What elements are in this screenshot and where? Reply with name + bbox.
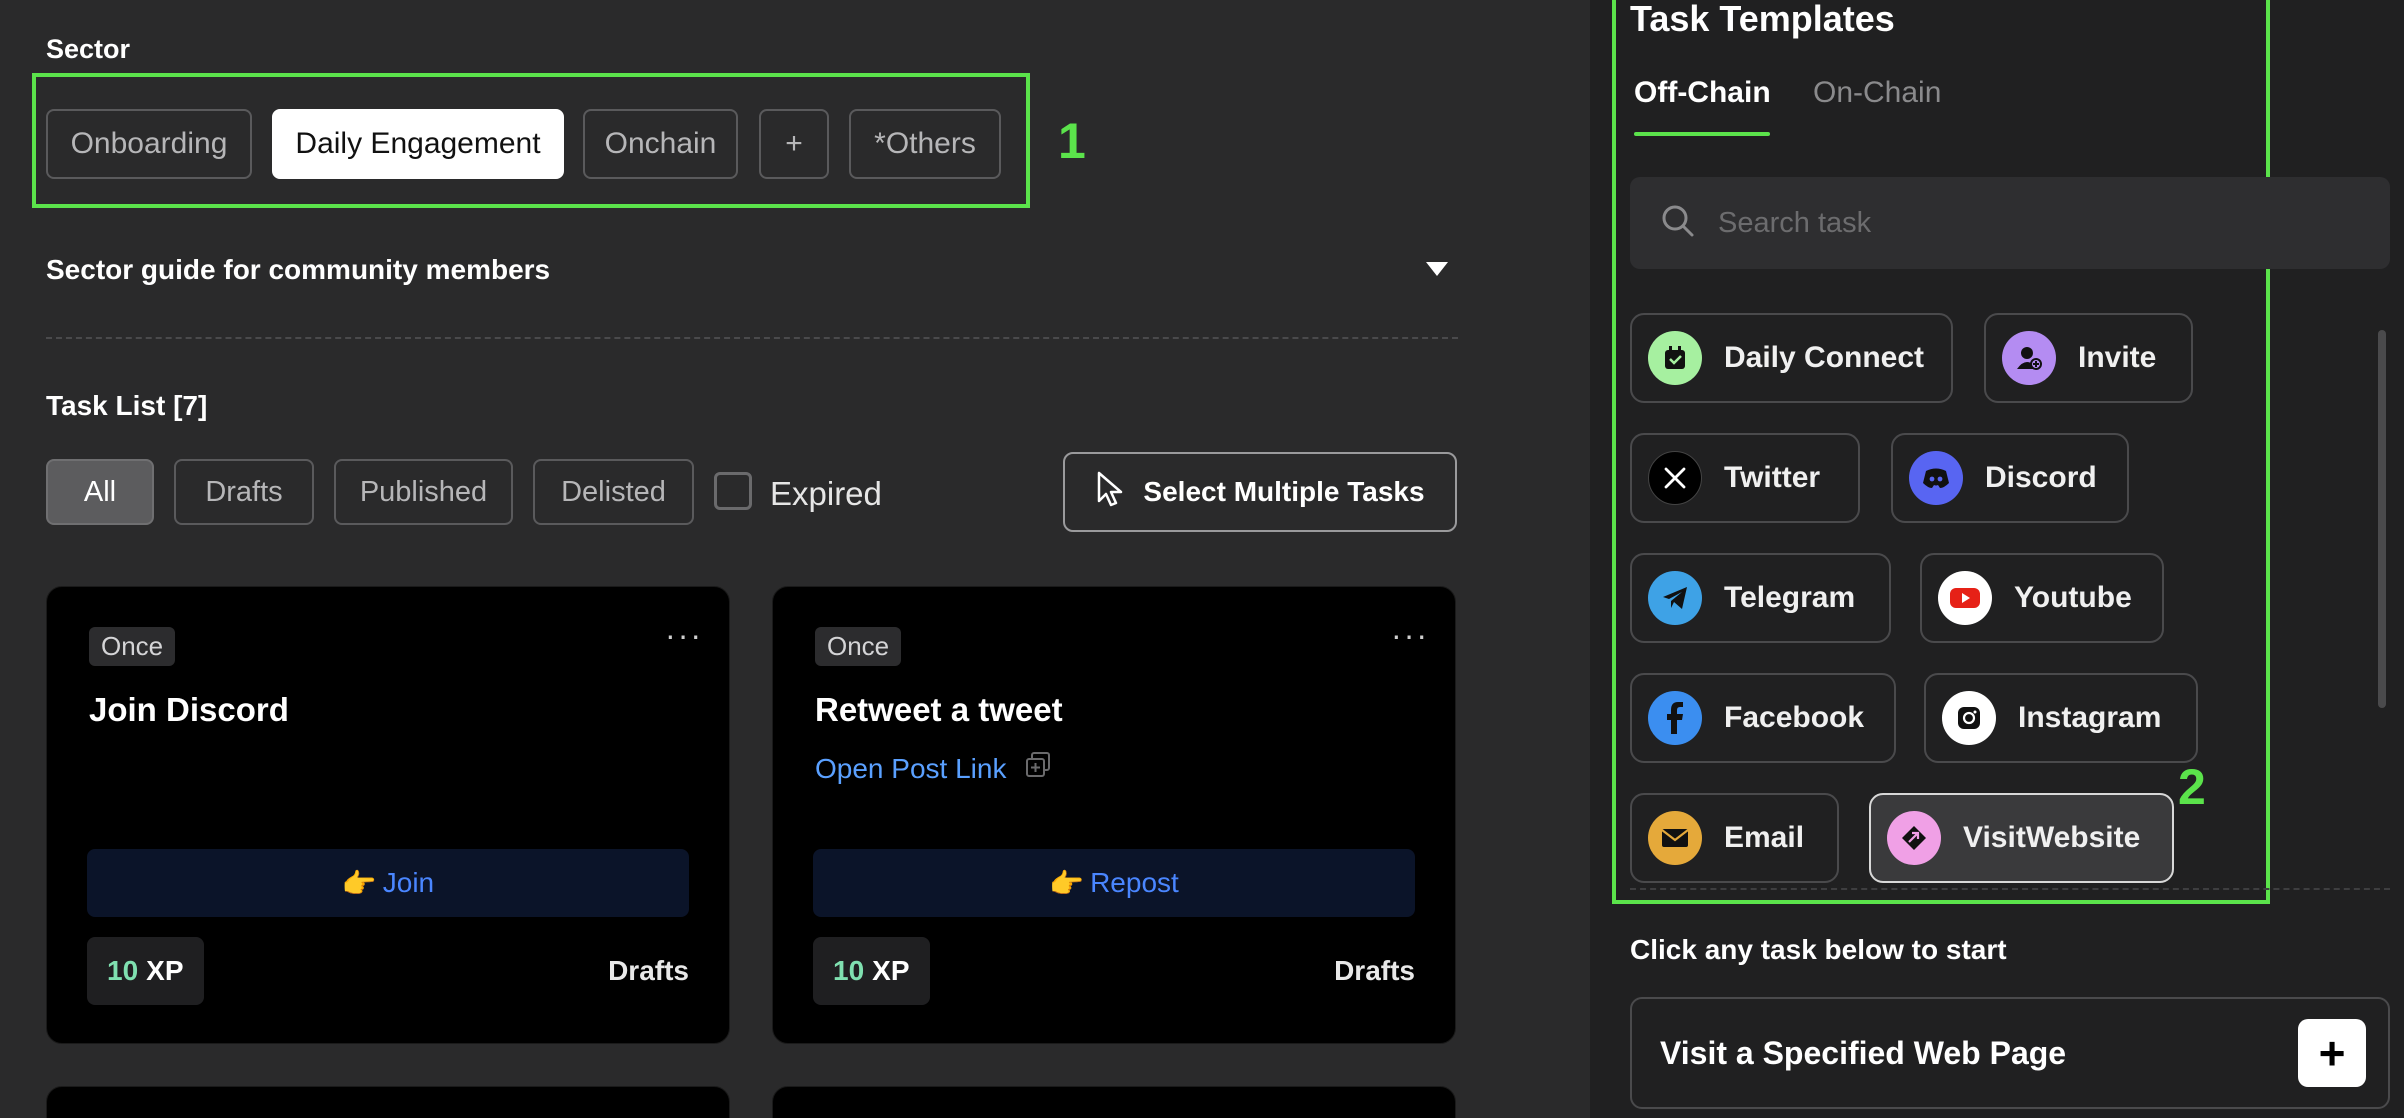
expired-label[interactable]: Expired — [770, 475, 882, 513]
template-label: Email — [1724, 821, 1805, 854]
task-action-button[interactable]: 👉 Repost — [813, 849, 1415, 917]
filter-delisted[interactable]: Delisted — [533, 459, 694, 525]
tab-off-chain[interactable]: Off-Chain — [1634, 76, 1771, 110]
select-multiple-label: Select Multiple Tasks — [1143, 476, 1425, 507]
sector-add-button[interactable]: + — [759, 109, 829, 179]
xp-value: 10 — [833, 955, 865, 986]
instagram-icon — [1942, 691, 1996, 745]
visit-website-icon — [1887, 811, 1941, 865]
x-logo-icon — [1648, 451, 1702, 505]
sector-guide-label[interactable]: Sector guide for community members — [46, 254, 550, 286]
callout-number-2: 2 — [2178, 759, 2206, 815]
sector-chip-onchain[interactable]: Onchain — [583, 109, 738, 179]
template-label: Instagram — [2018, 701, 2162, 734]
sector-chip-daily-engagement[interactable]: Daily Engagement — [272, 109, 564, 179]
task-editor-panel: Sector Onboarding Daily Engagement Oncha… — [0, 0, 1590, 1118]
callout-number-1: 1 — [1058, 113, 1086, 169]
template-facebook[interactable]: Facebook — [1630, 673, 1896, 763]
task-status: Drafts — [1334, 955, 1415, 986]
template-label: Telegram — [1724, 581, 1856, 614]
xp-reward: 10 XP — [87, 937, 204, 1005]
template-email[interactable]: Email — [1630, 793, 1839, 883]
task-action-label: Repost — [1090, 867, 1179, 898]
search-input[interactable] — [1718, 206, 2318, 240]
template-instagram[interactable]: Instagram — [1924, 673, 2198, 763]
sector-chip-onboarding[interactable]: Onboarding — [46, 109, 252, 179]
task-card-partial[interactable] — [772, 1086, 1456, 1118]
template-discord[interactable]: Discord — [1891, 433, 2129, 523]
copy-icon[interactable] — [1024, 751, 1052, 786]
template-label: Youtube — [2014, 581, 2132, 614]
task-card-retweet[interactable]: Once ··· Retweet a tweet Open Post Link … — [772, 586, 1456, 1044]
task-card-partial[interactable] — [46, 1086, 730, 1118]
selected-task-row[interactable]: Visit a Specified Web Page + — [1630, 997, 2390, 1109]
divider — [46, 337, 1458, 339]
filter-published[interactable]: Published — [334, 459, 513, 525]
youtube-icon — [1938, 571, 1992, 625]
search-icon — [1660, 203, 1696, 244]
template-label: Twitter — [1724, 461, 1821, 494]
task-title: Retweet a tweet — [815, 691, 1063, 728]
filter-all[interactable]: All — [46, 459, 154, 525]
task-card-join-discord[interactable]: Once ··· Join Discord 👉 Join 10 XP Draft… — [46, 586, 730, 1044]
pointing-hand-icon: 👉 — [1049, 867, 1085, 899]
xp-unit: XP — [146, 955, 184, 986]
open-post-link-label: Open Post Link — [815, 752, 1007, 784]
chevron-down-icon[interactable] — [1426, 262, 1448, 276]
telegram-icon — [1648, 571, 1702, 625]
scrollbar[interactable] — [2378, 330, 2386, 708]
add-task-button[interactable]: + — [2298, 1019, 2366, 1087]
filter-drafts[interactable]: Drafts — [174, 459, 314, 525]
task-templates-title: Task Templates — [1630, 0, 1895, 39]
active-tab-indicator — [1634, 132, 1770, 136]
task-status: Drafts — [608, 955, 689, 986]
select-multiple-tasks-button[interactable]: Select Multiple Tasks — [1063, 452, 1457, 532]
task-action-label: Join — [382, 867, 435, 898]
template-visit-website[interactable]: VisitWebsite — [1869, 793, 2174, 883]
cursor-arrow-icon — [1095, 471, 1125, 514]
frequency-badge: Once — [815, 627, 902, 666]
divider — [1630, 888, 2390, 890]
discord-icon — [1909, 451, 1963, 505]
selected-task-label: Visit a Specified Web Page — [1660, 1034, 2067, 1071]
calendar-check-icon — [1648, 331, 1702, 385]
task-title: Join Discord — [89, 691, 289, 728]
template-label: Facebook — [1724, 701, 1865, 734]
sector-chip-others[interactable]: *Others — [849, 109, 1001, 179]
more-options-icon[interactable]: ··· — [665, 617, 703, 654]
task-list-title: Task List [7] — [46, 390, 208, 421]
template-telegram[interactable]: Telegram — [1630, 553, 1891, 643]
template-label: Daily Connect — [1724, 341, 1925, 374]
more-options-icon[interactable]: ··· — [1391, 617, 1429, 654]
open-post-link[interactable]: Open Post Link — [815, 751, 1052, 786]
xp-reward: 10 XP — [813, 937, 930, 1005]
template-label: VisitWebsite — [1963, 821, 2141, 854]
xp-unit: XP — [872, 955, 910, 986]
template-daily-connect[interactable]: Daily Connect — [1630, 313, 1953, 403]
template-invite[interactable]: Invite — [1984, 313, 2193, 403]
sector-title: Sector — [46, 34, 131, 64]
expired-checkbox[interactable] — [714, 472, 752, 510]
template-twitter[interactable]: Twitter — [1630, 433, 1860, 523]
search-task-field[interactable] — [1630, 177, 2390, 269]
xp-value: 10 — [107, 955, 139, 986]
email-icon — [1648, 811, 1702, 865]
tab-on-chain[interactable]: On-Chain — [1813, 76, 1941, 110]
frequency-badge: Once — [89, 627, 176, 666]
template-label: Discord — [1985, 461, 2097, 494]
invite-user-icon — [2002, 331, 2056, 385]
start-hint: Click any task below to start — [1630, 934, 2007, 965]
pointing-hand-icon: 👉 — [341, 867, 377, 899]
template-youtube[interactable]: Youtube — [1920, 553, 2164, 643]
facebook-icon — [1648, 691, 1702, 745]
template-label: Invite — [2078, 341, 2157, 374]
task-action-button[interactable]: 👉 Join — [87, 849, 689, 917]
